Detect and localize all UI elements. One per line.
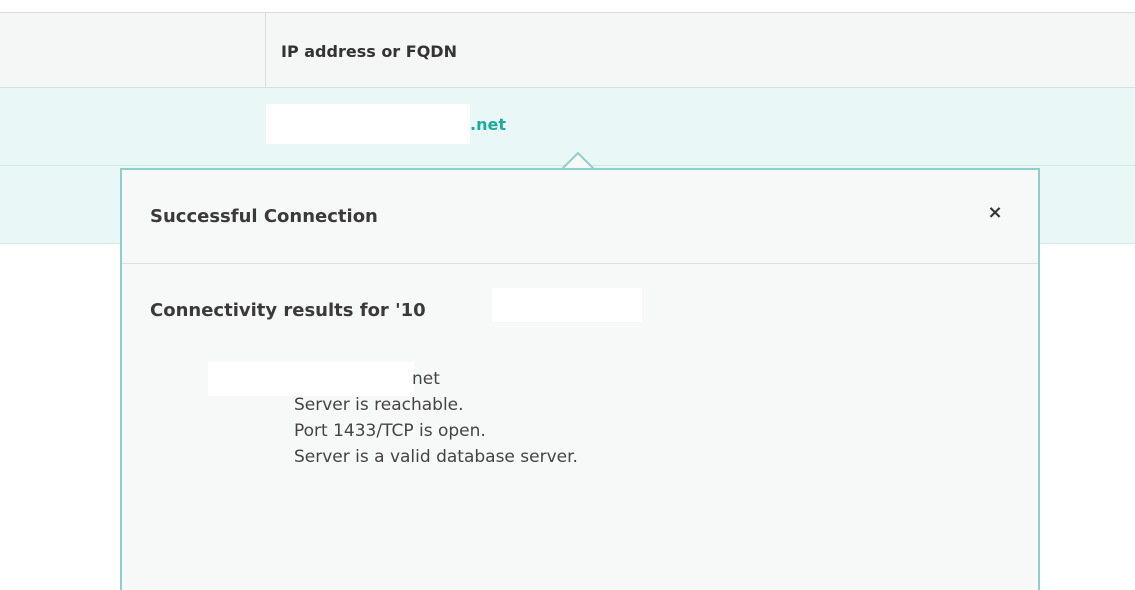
host-suffix: net (412, 369, 440, 389)
result-reachable: Server is reachable. (294, 395, 464, 415)
connection-popover: Successful Connection × Connectivity res… (120, 168, 1040, 590)
redacted-hostname (266, 104, 470, 144)
column-divider (265, 13, 266, 87)
popover-title: Successful Connection (150, 206, 378, 227)
popover-header: Successful Connection × (122, 170, 1038, 264)
results-heading: Connectivity results for '10 (150, 300, 426, 321)
result-port-open: Port 1433/TCP is open. (294, 421, 486, 441)
column-header-fqdn[interactable]: IP address or FQDN (281, 42, 457, 61)
redacted-host (208, 362, 414, 396)
redacted-address (492, 288, 642, 322)
page: IP address or FQDN .net Successful Conne… (0, 0, 1135, 590)
close-icon[interactable]: × (984, 202, 1006, 224)
result-valid-db: Server is a valid database server. (294, 447, 578, 467)
fqdn-cell-suffix[interactable]: .net (470, 115, 506, 134)
table-header: IP address or FQDN (0, 12, 1135, 88)
